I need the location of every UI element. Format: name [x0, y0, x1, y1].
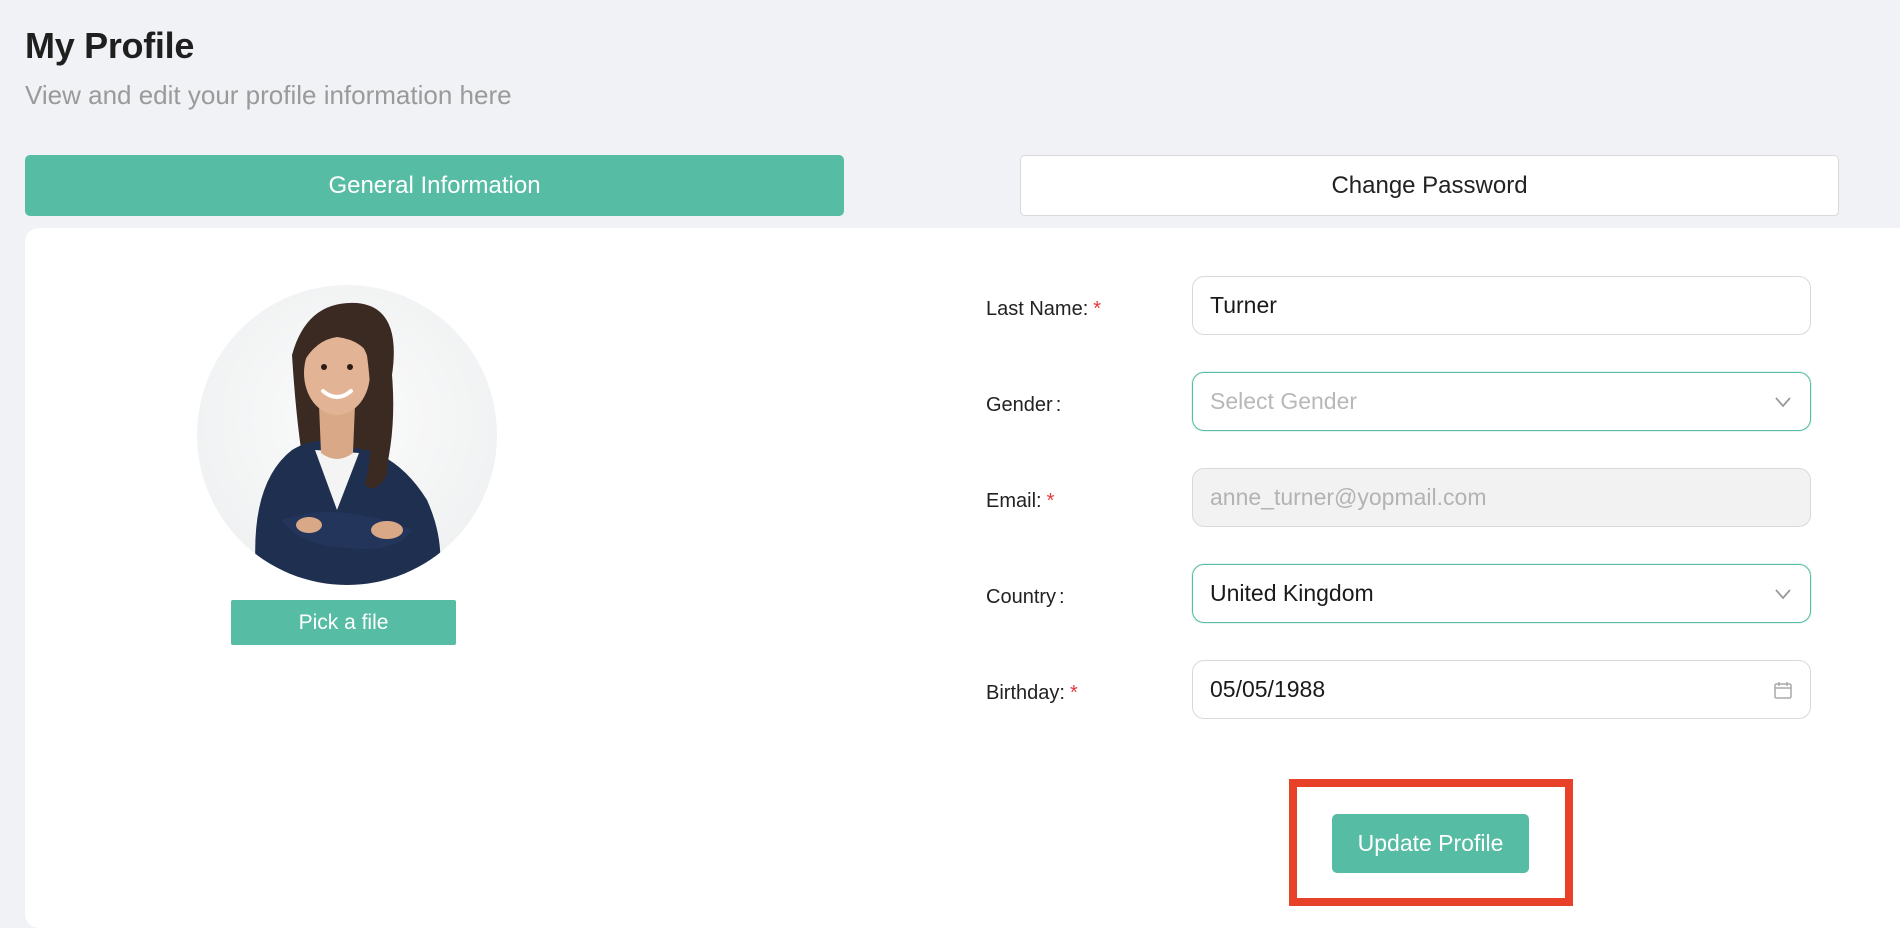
avatar-photo [255, 302, 441, 585]
last-name-label: Last Name: * [986, 298, 1101, 321]
label-text: Country [986, 586, 1057, 608]
chevron-down-icon [1773, 584, 1793, 604]
birthday-label: Birthday: * [986, 682, 1078, 705]
label-text: Birthday: [986, 682, 1065, 704]
calendar-icon[interactable] [1773, 680, 1793, 700]
birthday-datepicker[interactable]: 05/05/1988 [1192, 660, 1811, 719]
pick-file-button[interactable]: Pick a file [231, 600, 456, 645]
last-name-input[interactable]: Turner [1192, 276, 1811, 335]
last-name-value: Turner [1210, 292, 1277, 318]
update-profile-label: Update Profile [1357, 830, 1504, 856]
chevron-down-icon [1773, 392, 1793, 412]
required-marker: * [1093, 298, 1102, 320]
tab-label: Change Password [1331, 171, 1528, 199]
email-value: anne_turner@yopmail.com [1210, 484, 1487, 510]
email-label: Email: * [986, 490, 1054, 513]
label-text: Last Name: [986, 298, 1089, 320]
tab-general-information[interactable]: General Information [25, 155, 844, 216]
email-input: anne_turner@yopmail.com [1192, 468, 1811, 527]
label-text: Email: [986, 490, 1042, 512]
required-marker: * [1069, 682, 1078, 704]
tab-change-password[interactable]: Change Password [1020, 155, 1839, 216]
country-select[interactable]: United Kingdom [1192, 564, 1811, 623]
update-profile-button[interactable]: Update Profile [1332, 814, 1529, 873]
label-colon: : [1055, 394, 1062, 416]
tab-label: General Information [328, 171, 541, 199]
required-marker: * [1046, 490, 1055, 512]
gender-select[interactable]: Select Gender [1192, 372, 1811, 431]
page-title: My Profile [25, 25, 195, 66]
gender-label: Gender: [986, 394, 1061, 417]
gender-placeholder: Select Gender [1210, 388, 1358, 414]
avatar [197, 285, 497, 585]
label-text: Gender [986, 394, 1053, 416]
country-value: United Kingdom [1210, 580, 1374, 606]
page-subtitle: View and edit your profile information h… [25, 80, 512, 110]
pick-file-label: Pick a file [298, 610, 389, 634]
birthday-value: 05/05/1988 [1210, 676, 1326, 702]
country-label: Country: [986, 586, 1065, 609]
label-colon: : [1059, 586, 1065, 608]
